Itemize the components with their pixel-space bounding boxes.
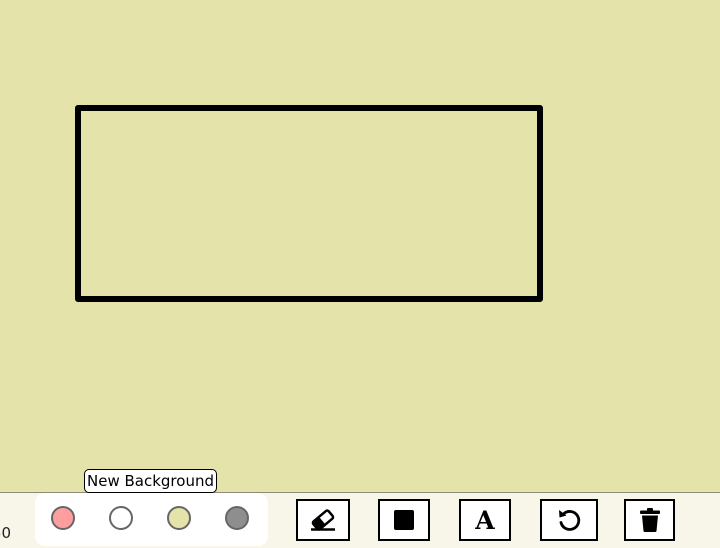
trash-icon bbox=[639, 508, 660, 532]
text-icon: A bbox=[475, 505, 495, 535]
background-swatch-white[interactable] bbox=[109, 506, 133, 530]
drawing-app: 50 New Background A bbox=[0, 0, 720, 548]
square-icon bbox=[394, 510, 414, 530]
clear-canvas-button[interactable] bbox=[624, 499, 675, 541]
undo-button[interactable] bbox=[540, 499, 598, 541]
background-swatch-yellow[interactable] bbox=[167, 506, 191, 530]
drawing-canvas[interactable] bbox=[0, 0, 720, 492]
eraser-button[interactable] bbox=[296, 499, 350, 541]
background-swatch-gray[interactable] bbox=[225, 506, 249, 530]
undo-icon bbox=[559, 510, 581, 531]
brush-size-readout: 50 bbox=[0, 524, 12, 542]
eraser-icon bbox=[311, 509, 335, 531]
rectangle-tool-button[interactable] bbox=[378, 499, 430, 541]
text-tool-button[interactable]: A bbox=[459, 499, 511, 541]
tooltip: New Background bbox=[84, 469, 217, 493]
background-swatch-pink[interactable] bbox=[51, 506, 75, 530]
rectangle-shape[interactable] bbox=[75, 105, 543, 302]
